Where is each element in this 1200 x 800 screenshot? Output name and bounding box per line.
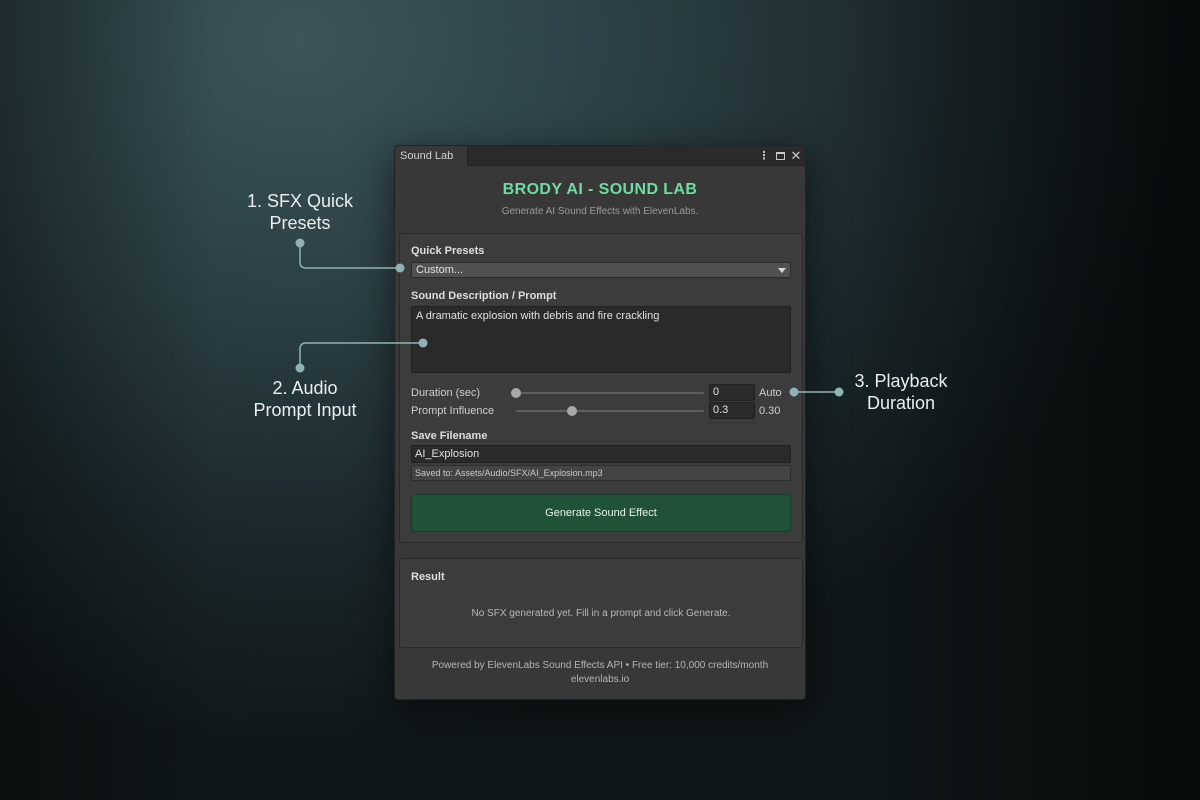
callout-dot [295, 238, 305, 248]
callout-prompt-line2: Prompt Input [253, 400, 357, 420]
callout-duration-line2: Duration [866, 393, 936, 413]
callout-dot [789, 387, 799, 397]
callout-line-presets [299, 243, 400, 269]
callout-connectors [295, 238, 844, 397]
callout-duration: 3. Playback Duration [821, 370, 981, 414]
callout-line-prompt [299, 342, 423, 368]
callout-prompt-line1: 2. Audio [272, 378, 338, 398]
callout-presets-line2: Presets [269, 213, 331, 233]
callout-presets: 1. SFX Quick Presets [220, 190, 380, 234]
callout-duration-line1: 3. Playback [854, 371, 948, 391]
callout-dot [295, 363, 305, 373]
callout-dot [418, 338, 428, 348]
callout-prompt: 2. Audio Prompt Input [225, 377, 385, 421]
callout-presets-line1: 1. SFX Quick [246, 191, 354, 211]
callout-dot [395, 263, 405, 273]
